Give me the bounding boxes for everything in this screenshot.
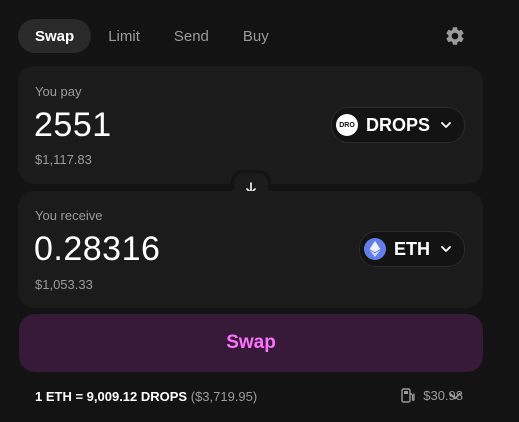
receive-token-symbol: ETH bbox=[394, 238, 430, 259]
pay-label: You pay bbox=[35, 84, 82, 99]
chevron-down-icon[interactable] bbox=[448, 390, 462, 402]
ethereum-icon bbox=[364, 238, 386, 260]
tab-send[interactable]: Send bbox=[157, 19, 226, 53]
tab-limit[interactable]: Limit bbox=[91, 19, 157, 53]
chevron-down-icon bbox=[441, 122, 451, 128]
exchange-rate-text: 1 ETH = 9,009.12 DROPS bbox=[35, 389, 188, 404]
receive-usd-value: $1,053.33 bbox=[35, 277, 93, 292]
receive-label: You receive bbox=[35, 208, 103, 223]
tab-swap[interactable]: Swap bbox=[18, 19, 92, 53]
pay-amount-input[interactable]: 2551 bbox=[34, 106, 112, 145]
gear-icon[interactable] bbox=[444, 25, 466, 47]
pay-usd-value: $1,117.83 bbox=[35, 152, 92, 167]
swap-button[interactable]: Swap bbox=[19, 314, 483, 372]
pay-panel: You pay 2551 $1,117.83 DRO DROPS bbox=[18, 66, 483, 184]
receive-token-selector[interactable]: ETH bbox=[359, 231, 465, 267]
tab-buy[interactable]: Buy bbox=[226, 19, 286, 53]
pay-token-selector[interactable]: DRO DROPS bbox=[330, 107, 465, 143]
swap-tabs: Swap Limit Send Buy bbox=[18, 19, 286, 53]
receive-amount-input[interactable]: 0.28316 bbox=[34, 230, 160, 269]
gas-pump-icon bbox=[401, 388, 415, 403]
pay-token-symbol: DROPS bbox=[365, 114, 430, 135]
exchange-rate[interactable]: 1 ETH = 9,009.12 DROPS ($3,719.95) bbox=[35, 389, 257, 404]
receive-panel: You receive 0.28316 $1,053.33 ETH bbox=[18, 191, 483, 308]
exchange-rate-fiat: ($3,719.95) bbox=[190, 389, 258, 404]
chevron-down-icon bbox=[441, 246, 451, 252]
drops-token-icon: DRO bbox=[335, 114, 358, 136]
